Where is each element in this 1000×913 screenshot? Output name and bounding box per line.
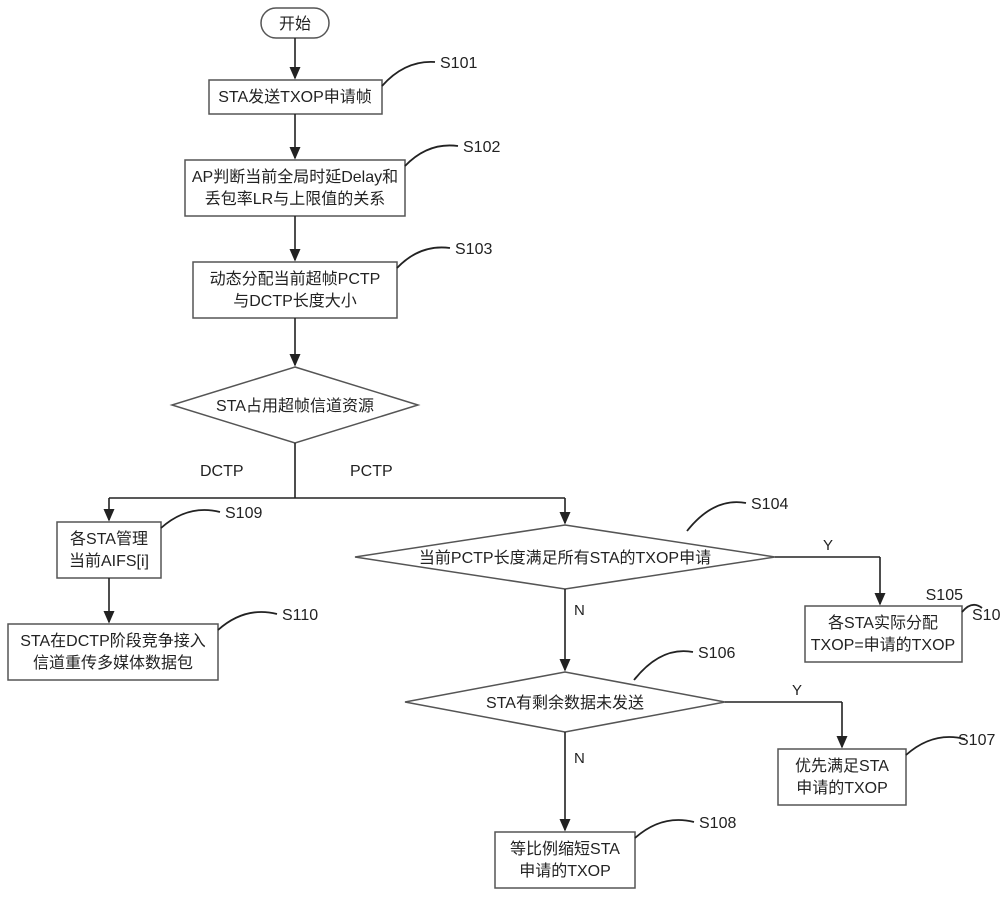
s102-line2: 丢包率LR与上限值的关系 [205, 190, 385, 208]
start-label: 开始 [279, 15, 311, 33]
s110-line1: STA在DCTP阶段竞争接入 [20, 632, 206, 650]
s104-label: S104 [751, 496, 788, 513]
callout-s106 [634, 651, 693, 680]
s106-n: N [574, 750, 585, 767]
s103-line1: 动态分配当前超帧PCTP [210, 270, 381, 288]
s108-label: S108 [699, 815, 736, 832]
s103-line2: 与DCTP长度大小 [233, 292, 357, 310]
s104-n: N [574, 602, 585, 619]
s109-line1: 各STA管理 [70, 530, 148, 548]
s106-text: STA有剩余数据未发送 [486, 693, 644, 712]
s101-label: S101 [440, 55, 477, 72]
s107-line2: 申请的TXOP [796, 779, 888, 797]
s109-line2: 当前AIFS[i] [69, 552, 149, 570]
decision1-text: STA占用超帧信道资源 [216, 397, 374, 415]
s103-label: S103 [455, 241, 492, 258]
s108-line2: 申请的TXOP [519, 862, 611, 880]
callout-s101 [382, 62, 435, 86]
callout-s108 [635, 820, 694, 838]
callout-s107 [906, 737, 965, 755]
callout-s109 [161, 510, 220, 528]
branch-pctp: PCTP [350, 463, 393, 480]
s105-label-fix: S105 [972, 607, 1000, 624]
flowchart: 开始 STA发送TXOP申请帧 S101 AP判断当前全局时延Delay和 丢包… [0, 0, 1000, 913]
s102-line1: AP判断当前全局时延Delay和 [192, 168, 398, 186]
s108-line1: 等比例缩短STA [510, 840, 620, 858]
callout-s104 [687, 502, 746, 531]
s105-line1: 各STA实际分配 [828, 614, 938, 632]
callout-s110 [218, 612, 277, 630]
s106-label: S106 [698, 645, 735, 662]
s106-y: Y [792, 682, 802, 699]
s104-y: Y [823, 537, 833, 554]
s105-label: S105 [926, 587, 963, 604]
s107-line1: 优先满足STA [795, 757, 889, 775]
callout-s102 [405, 145, 458, 166]
s110-line2: 信道重传多媒体数据包 [33, 654, 193, 672]
s105-line2: TXOP=申请的TXOP [811, 636, 955, 654]
s109-label: S109 [225, 505, 262, 522]
s107-label: S107 [958, 732, 995, 749]
s101-text: STA发送TXOP申请帧 [218, 88, 372, 106]
callout-s103 [397, 247, 450, 268]
s104-text: 当前PCTP长度满足所有STA的TXOP申请 [419, 549, 711, 567]
branch-dctp: DCTP [200, 463, 244, 480]
s110-label: S110 [282, 607, 318, 624]
s102-label: S102 [463, 139, 500, 156]
